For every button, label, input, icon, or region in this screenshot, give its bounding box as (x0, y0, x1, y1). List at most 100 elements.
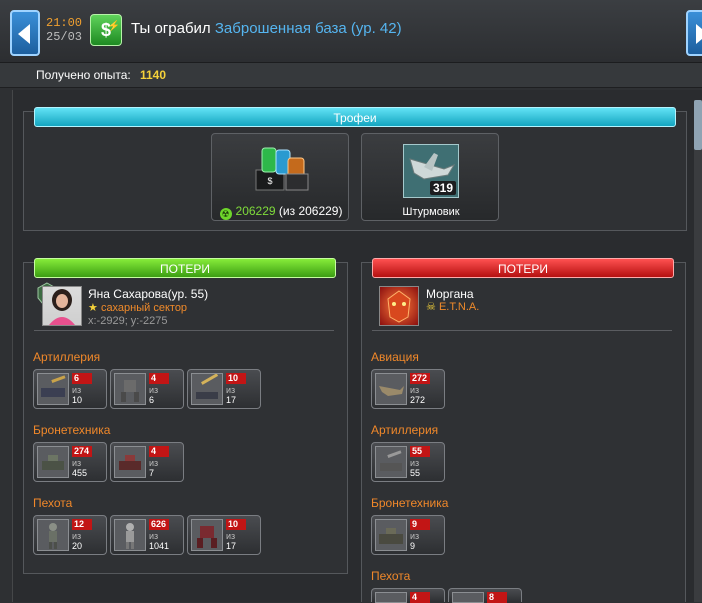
unit-thumbnail (375, 592, 407, 603)
person-icon (49, 289, 75, 325)
report-time: 21:00 (46, 16, 83, 30)
attacker-artillery-unit-2[interactable]: 4 из 6 (110, 369, 184, 409)
report-date: 25/03 (46, 30, 83, 44)
defender-category-infantry: Пехота (371, 569, 411, 583)
scrollbar-thumb[interactable] (694, 100, 702, 150)
unit-of-label: из (226, 531, 236, 541)
unit-thumbnail (191, 519, 223, 551)
attacker-armor-unit-2[interactable]: 4 из 7 (110, 442, 184, 482)
unit-thumbnail (375, 446, 407, 478)
vehicle-unit-icon (379, 528, 403, 544)
unit-lost-count: 55 (410, 446, 430, 457)
unit-of-label: из (410, 531, 420, 541)
vehicle-unit-icon (42, 455, 64, 470)
unit-total-count: 17 (226, 395, 237, 405)
title-prefix: Ты ограбил (131, 20, 211, 37)
unit-thumbnail (114, 446, 146, 478)
unit-total-count: 9 (410, 541, 416, 551)
unit-of-label: из (226, 385, 236, 395)
attacker-name[interactable]: Яна Сахарова(ур. 55) (88, 287, 208, 301)
unit-trophy-count: 319 (429, 181, 456, 195)
defender-category-aviation: Авиация (371, 350, 419, 364)
attacker-infantry-unit-3[interactable]: 10 из 17 (187, 515, 261, 555)
resource-count: ☢ 206229 (из 206229) (212, 204, 350, 220)
defender-category-artillery: Артиллерия (371, 423, 439, 437)
attacker-category-armor: Бронетехника (33, 423, 111, 437)
attacker-infantry-unit-1[interactable]: 12 из 20 (33, 515, 107, 555)
unit-lost-count: 274 (72, 446, 92, 457)
unit-total-count: 272 (410, 395, 426, 405)
unit-thumbnail (375, 519, 407, 551)
attacker-category-artillery: Артиллерия (33, 350, 101, 364)
defender-armor-unit-1[interactable]: 9 из 9 (371, 515, 445, 555)
star-icon: ★ (88, 302, 98, 314)
mech-unit-icon (121, 380, 139, 402)
unit-of-label: из (149, 458, 159, 468)
arrow-left-icon (18, 24, 30, 44)
unit-of-label: из (410, 385, 420, 395)
unit-lost-count: 9 (410, 519, 430, 530)
arrow-right-icon (696, 24, 702, 44)
artillery-unit-icon (41, 375, 66, 397)
next-report-button[interactable] (686, 10, 702, 56)
unit-of-label: из (149, 531, 159, 541)
resource-crates-icon: $ (255, 147, 309, 191)
defender-aviation-unit-1[interactable]: 272 из 272 (371, 369, 445, 409)
unit-thumbnail (114, 373, 146, 405)
unit-thumbnail (375, 373, 407, 405)
unit-lost-count: 6 (72, 373, 92, 384)
vehicle-unit-icon (119, 455, 141, 470)
defender-clan[interactable]: ☠ E.T.N.A. (426, 300, 479, 313)
attacker-sector: ★ сахарный сектор (88, 301, 187, 314)
robbery-dollar-icon: $ ⚡ (90, 14, 122, 46)
demon-mask-icon (387, 290, 411, 323)
unit-total-count: 17 (226, 541, 237, 551)
defender-divider (372, 330, 672, 331)
unit-of-label: из (149, 385, 159, 395)
trophies-panel (23, 111, 687, 231)
unit-trophy-card[interactable]: 319 Штурмовик (361, 133, 499, 221)
defender-artillery-unit-1[interactable]: 55 из 55 (371, 442, 445, 482)
defender-infantry-unit-2[interactable]: 8 (448, 588, 522, 603)
experience-label: Получено опыта: (36, 68, 131, 82)
unit-thumbnail (452, 592, 484, 603)
defender-name[interactable]: Моргана (426, 287, 474, 301)
attacker-artillery-unit-3[interactable]: 10 из 17 (187, 369, 261, 409)
unit-lost-count: 272 (410, 373, 430, 384)
soldier-unit-icon (126, 523, 134, 549)
report-title: Ты ограбил Заброшенная база (ур. 42) (131, 20, 402, 37)
attacker-category-infantry: Пехота (33, 496, 73, 510)
attacker-infantry-unit-2[interactable]: 626 из 1041 (110, 515, 184, 555)
trophies-header: Трофеи (34, 107, 676, 127)
unit-total-count: 7 (149, 468, 155, 478)
attacker-armor-unit-1[interactable]: 274 из 455 (33, 442, 107, 482)
defender-category-armor: Бронетехника (371, 496, 449, 510)
unit-lost-count: 4 (149, 446, 169, 457)
prev-report-button[interactable] (10, 10, 40, 56)
unit-lost-count: 4 (149, 373, 169, 384)
scrollbar[interactable] (694, 100, 702, 602)
soldier-unit-icon (49, 523, 57, 549)
resource-trophy-card[interactable]: $ ☢ 206229 (из 206229) (211, 133, 349, 221)
unit-total-count: 6 (149, 395, 155, 405)
attacker-artillery-unit-1[interactable]: 6 из 10 (33, 369, 107, 409)
mech-unit-icon (197, 526, 217, 548)
unit-total-count: 10 (72, 395, 83, 405)
unit-trophy-name: Штурмовик (402, 206, 460, 218)
defender-avatar[interactable] (379, 286, 419, 326)
attacker-divider (34, 330, 334, 331)
skull-icon: ☠ (426, 301, 436, 313)
defender-infantry-unit-1[interactable]: 4 (371, 588, 445, 603)
report-timestamp: 21:00 25/03 (46, 16, 82, 44)
unit-total-count: 55 (410, 468, 421, 478)
target-location-link[interactable]: Заброшенная база (ур. 42) (215, 20, 402, 37)
unit-total-count: 20 (72, 541, 83, 551)
unit-thumbnail (37, 519, 69, 551)
unit-of-label: из (72, 458, 82, 468)
unit-thumbnail (37, 373, 69, 405)
artillery-unit-icon (380, 450, 402, 471)
unit-thumbnail (37, 446, 69, 478)
attacker-avatar[interactable] (42, 286, 82, 326)
attacker-sector-label: сахарный сектор (100, 302, 188, 314)
experience-value: 1140 (140, 68, 167, 82)
